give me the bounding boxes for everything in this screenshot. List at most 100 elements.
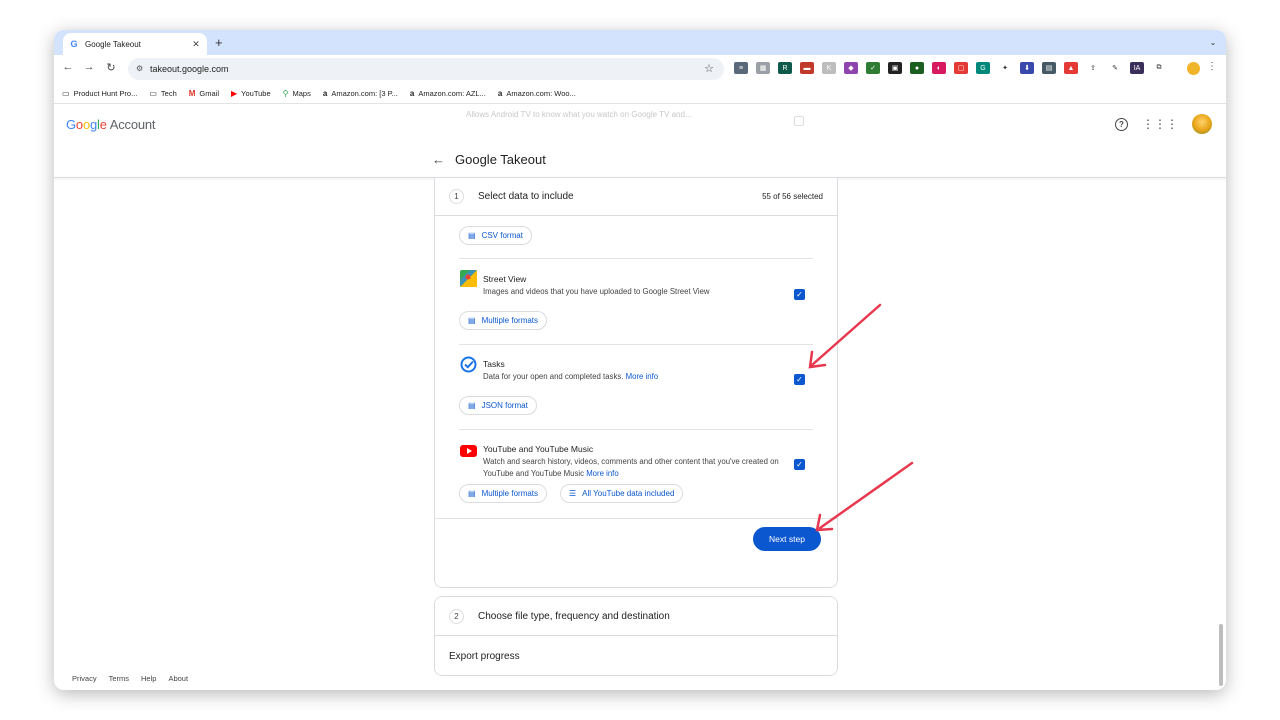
file-icon: ▤ [468, 316, 476, 325]
avatar[interactable] [1192, 114, 1212, 134]
extension-icon[interactable]: ≡ [734, 62, 748, 74]
bookmark-item[interactable]: M Gmail [189, 89, 219, 98]
description-text: Watch and search history, videos, commen… [483, 457, 779, 478]
folder-icon: ▭ [149, 88, 157, 98]
next-step-button[interactable]: Next step [753, 527, 821, 551]
selected-count: 55 of 56 selected [762, 192, 823, 201]
extension-icon[interactable]: ● [910, 62, 924, 74]
privacy-link[interactable]: Privacy [72, 674, 97, 683]
bookmark-label: Tech [160, 88, 177, 98]
product-description: Watch and search history, videos, commen… [483, 456, 783, 480]
footer-links: Privacy Terms Help About [72, 674, 188, 683]
about-link[interactable]: About [168, 674, 188, 683]
youtube-icon: ▶ [231, 88, 238, 98]
google-account-logo[interactable]: Google Account [66, 117, 156, 132]
bookmark-label: YouTube [241, 88, 271, 98]
extension-icon[interactable]: IA [1130, 62, 1144, 74]
puzzle-icon[interactable]: ⧉ [1152, 62, 1166, 74]
street-view-icon [460, 270, 477, 287]
apps-grid-icon[interactable]: ⋮⋮⋮ [1142, 117, 1178, 131]
profile-avatar[interactable] [1187, 62, 1200, 75]
file-icon: ▤ [468, 401, 476, 410]
product-name: Tasks [483, 359, 505, 369]
description-text: Data for your open and completed tasks. [483, 372, 624, 381]
extension-icon[interactable]: ◐ [932, 62, 946, 74]
pen-icon[interactable]: ✎ [1108, 62, 1122, 74]
street-view-checkbox[interactable]: ✓ [794, 289, 805, 300]
shield-icon[interactable]: ✓ [866, 62, 880, 74]
extension-icon[interactable]: G [976, 62, 990, 74]
extension-icon[interactable]: ⬇ [1020, 62, 1034, 74]
chip-label: Multiple formats [481, 489, 539, 498]
forward-icon[interactable]: → [82, 61, 96, 73]
bookmark-item[interactable]: a Amazon.com: [3 P... [323, 89, 398, 98]
csv-format-chip[interactable]: ▤ CSV format [459, 226, 532, 245]
extension-icon[interactable]: R [778, 62, 792, 74]
chip-label: JSON format [481, 401, 528, 410]
header-actions: ? ⋮⋮⋮ [1115, 114, 1212, 134]
bookmark-star-icon[interactable]: ☆ [704, 62, 714, 75]
file-icon: ▤ [468, 489, 476, 498]
bookmark-label: Amazon.com: Woo... [506, 88, 576, 98]
list-icon: ☰ [569, 489, 577, 498]
help-link[interactable]: Help [141, 674, 156, 683]
scrollbar[interactable] [1219, 624, 1223, 686]
new-tab-button[interactable]: + [215, 35, 223, 50]
more-info-link[interactable]: More info [626, 372, 659, 381]
step2-header[interactable]: 2 Choose file type, frequency and destin… [435, 597, 837, 636]
bookmark-item[interactable]: ⚲ Maps [283, 89, 311, 98]
json-format-chip[interactable]: ▤ JSON format [459, 396, 537, 415]
bookmark-item[interactable]: ▶ YouTube [231, 89, 271, 98]
bookmark-item[interactable]: ▭ Tech [149, 89, 176, 98]
divider [435, 518, 837, 519]
extension-icon[interactable]: ▲ [1064, 62, 1078, 74]
step1-header[interactable]: 1 Select data to include 55 of 56 select… [435, 178, 837, 216]
more-vert-icon[interactable]: ⋮ [1207, 61, 1217, 72]
chip-label: Multiple formats [481, 316, 539, 325]
bookmark-item[interactable]: ▭ Product Hunt Pro... [62, 89, 137, 98]
bookmark-item[interactable]: a Amazon.com: Woo... [498, 89, 576, 98]
bookmark-label: Amazon.com: [3 P... [331, 88, 398, 98]
extension-icon[interactable]: ▦ [756, 62, 770, 74]
back-arrow-icon[interactable]: ← [432, 152, 445, 167]
tab-title: Google Takeout [85, 39, 141, 49]
chevron-down-icon[interactable]: ⌄ [1206, 35, 1220, 49]
divider [459, 429, 813, 430]
more-info-link[interactable]: More info [586, 469, 619, 478]
extension-icon[interactable]: K [822, 62, 836, 74]
multiple-formats-chip[interactable]: ▤ Multiple formats [459, 311, 548, 330]
tasks-checkbox[interactable]: ✓ [794, 374, 805, 385]
step-label: Choose file type, frequency and destinat… [478, 610, 670, 622]
extension-icon[interactable]: ▢ [954, 62, 968, 74]
tab-strip: G Google Takeout ✕ + ⌄ [54, 30, 1226, 55]
help-icon[interactable]: ? [1115, 117, 1128, 131]
site-info-icon[interactable]: ⚙ [136, 64, 143, 73]
multiple-formats-chip[interactable]: ▤ Multiple formats [459, 484, 548, 503]
reload-icon[interactable]: ↻ [104, 61, 118, 74]
close-icon[interactable]: ✕ [191, 39, 201, 50]
address-bar[interactable]: ⚙ takeout.google.com ☆ [128, 58, 724, 80]
extension-icon[interactable]: ◆ [844, 62, 858, 74]
extension-icon[interactable]: ▬ [800, 62, 814, 74]
bookmarks-bar: ▭ Product Hunt Pro... ▭ Tech M Gmail ▶ YouTu… [54, 83, 1226, 104]
youtube-checkbox[interactable]: ✓ [794, 459, 805, 470]
extension-icon[interactable]: ⇪ [1086, 62, 1100, 74]
product-name: Street View [483, 274, 527, 284]
back-icon[interactable]: ← [61, 61, 75, 73]
all-youtube-data-chip[interactable]: ☰ All YouTube data included [560, 484, 684, 503]
folder-icon: ▭ [62, 88, 70, 98]
extension-icon[interactable]: ▣ [888, 62, 902, 74]
export-progress-label[interactable]: Export progress [449, 651, 520, 662]
terms-link[interactable]: Terms [109, 674, 129, 683]
tab-google-takeout[interactable]: G Google Takeout ✕ [63, 33, 207, 55]
gmail-icon: M [188, 88, 196, 98]
step-number: 2 [449, 608, 464, 624]
browser-toolbar: ← → ↻ ⚙ takeout.google.com ☆ ≡ ▦ R ▬ K ◆… [54, 55, 1226, 83]
divider [459, 344, 813, 345]
product-description: Images and videos that you have uploaded… [483, 287, 710, 296]
bookmark-label: Product Hunt Pro... [73, 88, 138, 98]
sparkle-icon[interactable]: ✦ [998, 62, 1012, 74]
divider [459, 258, 813, 259]
extension-icon[interactable]: ▤ [1042, 62, 1056, 74]
bookmark-item[interactable]: a Amazon.com: AZL... [410, 89, 486, 98]
